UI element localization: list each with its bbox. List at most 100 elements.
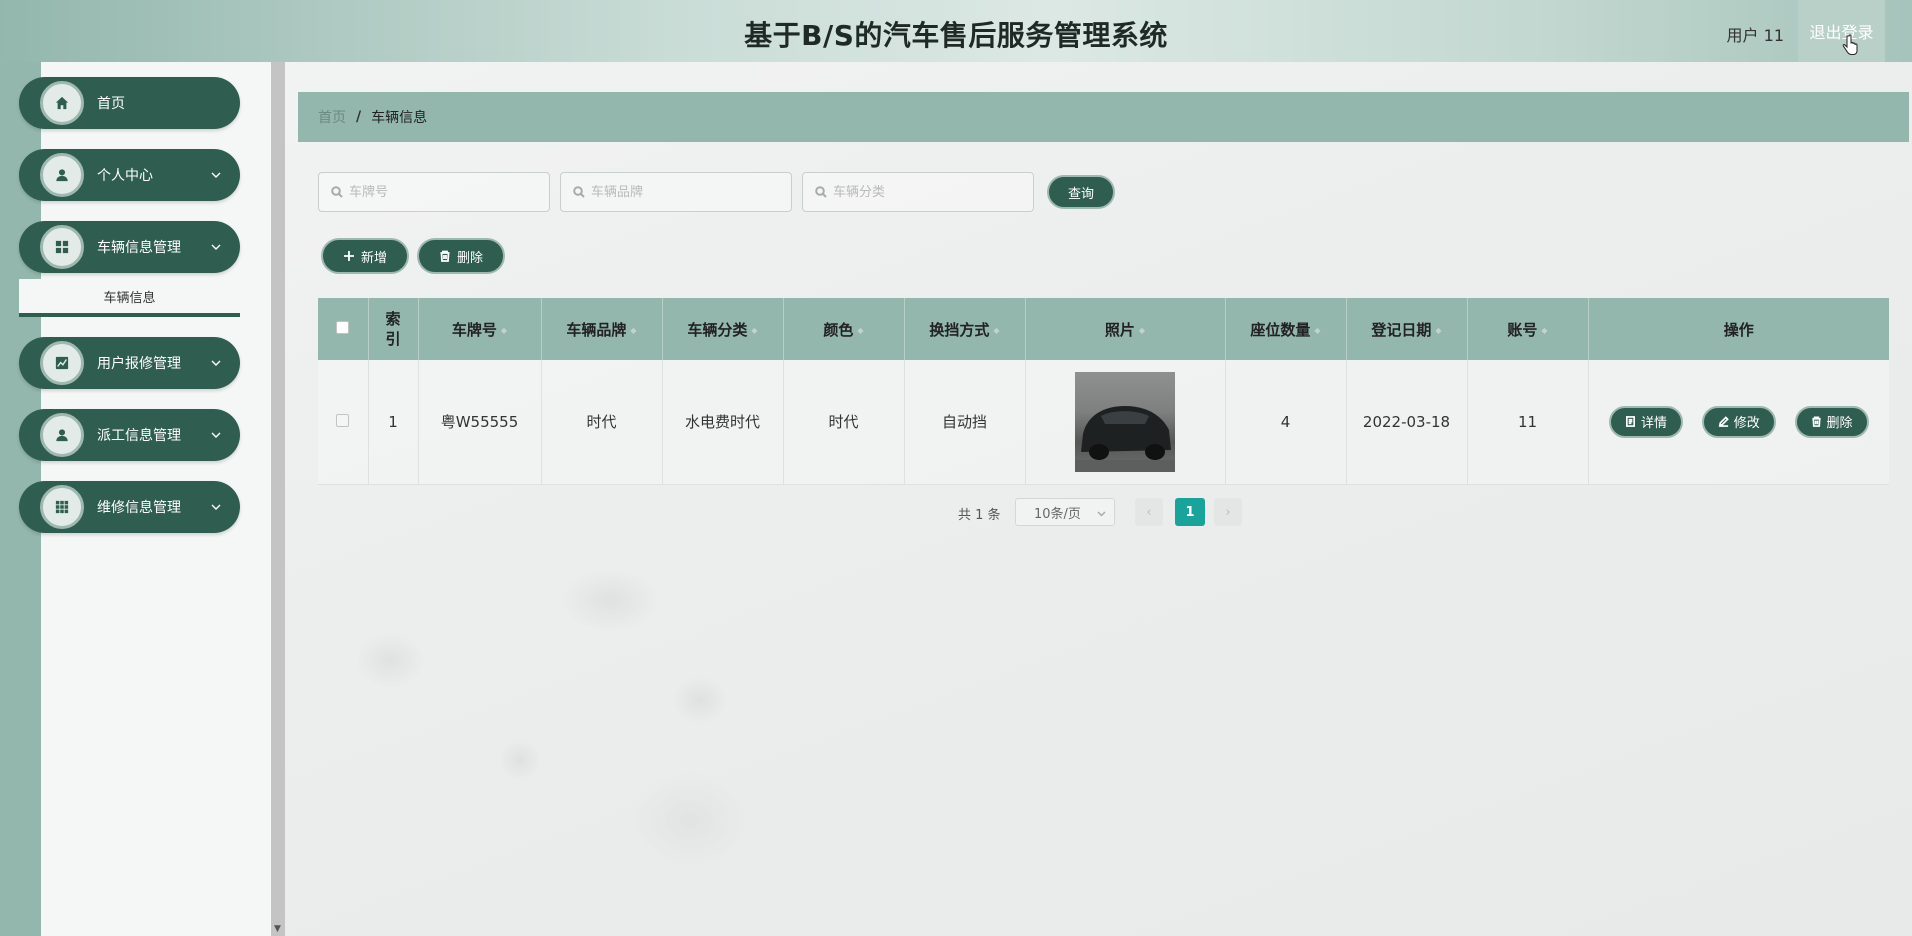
sidebar-item-label: 个人中心	[97, 168, 153, 184]
sidebar-scrollbar[interactable]: ▼	[271, 62, 285, 936]
search-icon	[573, 186, 585, 198]
cell-index: 1	[368, 360, 419, 485]
cell-date: 2022-03-18	[1346, 360, 1468, 485]
plate-search-field[interactable]	[318, 172, 550, 212]
hand-cursor-icon	[1842, 34, 1858, 55]
chevron-down-icon	[211, 172, 221, 178]
col-color[interactable]: 颜色 ◆	[783, 298, 905, 360]
chevron-down-icon	[211, 432, 221, 438]
grid-icon	[40, 225, 84, 269]
sort-icon[interactable]: ◆	[501, 326, 507, 335]
col-account[interactable]: 账号 ◆	[1467, 298, 1589, 360]
sidebar-item-vehicle-management[interactable]: 车辆信息管理	[19, 221, 240, 273]
category-search-field[interactable]	[802, 172, 1034, 212]
sort-icon[interactable]: ◆	[1139, 326, 1145, 335]
page-size-select[interactable]: 10条/页	[1015, 498, 1115, 526]
col-photo[interactable]: 照片 ◆	[1025, 298, 1226, 360]
col-label: 换挡方式	[929, 320, 990, 339]
search-icon	[331, 186, 343, 198]
cell-operations: 详情 修改 删除	[1588, 360, 1889, 485]
sidebar-item-repair-info[interactable]: 维修信息管理	[19, 481, 240, 533]
plus-icon	[343, 251, 354, 261]
category-search-input[interactable]	[833, 184, 1023, 200]
sort-icon[interactable]: ◆	[1314, 326, 1320, 335]
col-date[interactable]: 登记日期 ◆	[1346, 298, 1468, 360]
detail-button-label: 详情	[1640, 416, 1667, 432]
sidebar-item-label: 维修信息管理	[97, 500, 181, 516]
cell-account: 11	[1467, 360, 1589, 485]
home-icon	[40, 81, 84, 125]
col-label: 颜色	[823, 320, 854, 339]
trash-icon	[440, 250, 450, 262]
pagination-total: 共 1 条	[958, 508, 1001, 523]
col-label: 照片	[1104, 320, 1135, 339]
col-label: 车牌号	[451, 320, 497, 339]
col-label: 车辆分类	[687, 320, 748, 339]
sort-icon[interactable]: ◆	[630, 326, 636, 335]
select-all-cell[interactable]	[318, 298, 369, 360]
sort-icon[interactable]: ◆	[751, 326, 757, 335]
brand-search-input[interactable]	[591, 184, 781, 200]
add-button[interactable]: 新增	[321, 238, 409, 274]
edit-button-label: 修改	[1733, 416, 1760, 432]
row-checkbox[interactable]	[336, 413, 350, 427]
cell-photo	[1025, 360, 1226, 485]
breadcrumb-home[interactable]: 首页	[318, 107, 346, 127]
col-index: 索 引	[368, 298, 419, 360]
car-photo[interactable]	[1075, 371, 1175, 472]
sidebar-item-repair-requests[interactable]: 用户报修管理	[19, 337, 240, 389]
scroll-down-arrow-icon[interactable]: ▼	[274, 924, 281, 934]
detail-button[interactable]: 详情	[1608, 405, 1683, 438]
user-icon	[40, 153, 84, 197]
prev-page-button[interactable]: ‹	[1135, 498, 1163, 526]
trash-icon	[1811, 416, 1821, 428]
chevron-down-icon	[211, 244, 221, 250]
col-operations: 操作	[1588, 298, 1889, 360]
col-brand[interactable]: 车辆品牌 ◆	[541, 298, 663, 360]
col-plate[interactable]: 车牌号 ◆	[418, 298, 542, 360]
delete-button[interactable]: 删除	[417, 238, 505, 274]
next-page-button[interactable]: ›	[1214, 498, 1242, 526]
document-icon	[1625, 416, 1635, 428]
cell-plate: 粤W55555	[418, 360, 542, 485]
vehicle-table: 索 引 车牌号 ◆ 车辆品牌 ◆ 车辆分类 ◆ 颜色 ◆ 换挡方式 ◆ 照片 ◆ 座位数量 ◆…	[318, 298, 1889, 485]
sidebar-item-label: 首页	[97, 96, 125, 112]
sidebar-item-profile[interactable]: 个人中心	[19, 149, 240, 201]
breadcrumb-current: 车辆信息	[371, 110, 428, 126]
col-seats[interactable]: 座位数量 ◆	[1225, 298, 1347, 360]
col-gear[interactable]: 换挡方式 ◆	[904, 298, 1026, 360]
sidebar-item-home[interactable]: 首页	[19, 77, 240, 129]
brand-search-field[interactable]	[560, 172, 792, 212]
chevron-down-icon	[211, 360, 221, 366]
query-button[interactable]: 查询	[1047, 175, 1115, 209]
add-button-label: 新增	[360, 250, 387, 266]
col-category[interactable]: 车辆分类 ◆	[662, 298, 784, 360]
plate-search-input[interactable]	[349, 184, 539, 200]
page-1-button[interactable]: 1	[1175, 498, 1205, 526]
breadcrumb: 首页 / 车辆信息	[298, 92, 1909, 142]
edit-button[interactable]: 修改	[1701, 405, 1776, 438]
main-content: 首页 / 车辆信息 查询 新增 删除 索 引 车牌号◆ 车辆品牌◆ 车辆分类◆ …	[285, 62, 1912, 936]
sidebar-item-dispatch[interactable]: 派工信息管理	[19, 409, 240, 461]
col-label: 账号	[1507, 320, 1538, 339]
cell-brand: 时代	[541, 360, 663, 485]
sort-icon[interactable]: ◆	[1541, 326, 1547, 335]
table-row: 1 粤W55555 时代 水电费时代 时代 自动挡 4 2022-03-18 1…	[318, 360, 1889, 485]
row-select-cell[interactable]	[318, 360, 369, 485]
select-all-checkbox[interactable]	[336, 321, 350, 334]
submenu-vehicle-info[interactable]: 车辆信息	[19, 279, 240, 317]
breadcrumb-separator: /	[356, 109, 362, 125]
current-user: 用户 11	[1726, 26, 1784, 45]
sort-icon[interactable]: ◆	[993, 326, 999, 335]
sort-icon[interactable]: ◆	[1435, 326, 1441, 335]
user-icon	[40, 413, 84, 457]
sidebar-item-label: 车辆信息管理	[97, 240, 181, 256]
col-label: 车辆品牌	[566, 320, 627, 339]
sort-icon[interactable]: ◆	[857, 326, 863, 335]
chevron-down-icon	[1097, 511, 1106, 517]
row-delete-button[interactable]: 删除	[1794, 405, 1869, 438]
page-title: 基于B/S的汽车售后服务管理系统	[744, 19, 1168, 52]
cell-gear: 自动挡	[904, 360, 1026, 485]
sidebar-item-label: 用户报修管理	[97, 356, 181, 372]
cell-category: 水电费时代	[662, 360, 784, 485]
